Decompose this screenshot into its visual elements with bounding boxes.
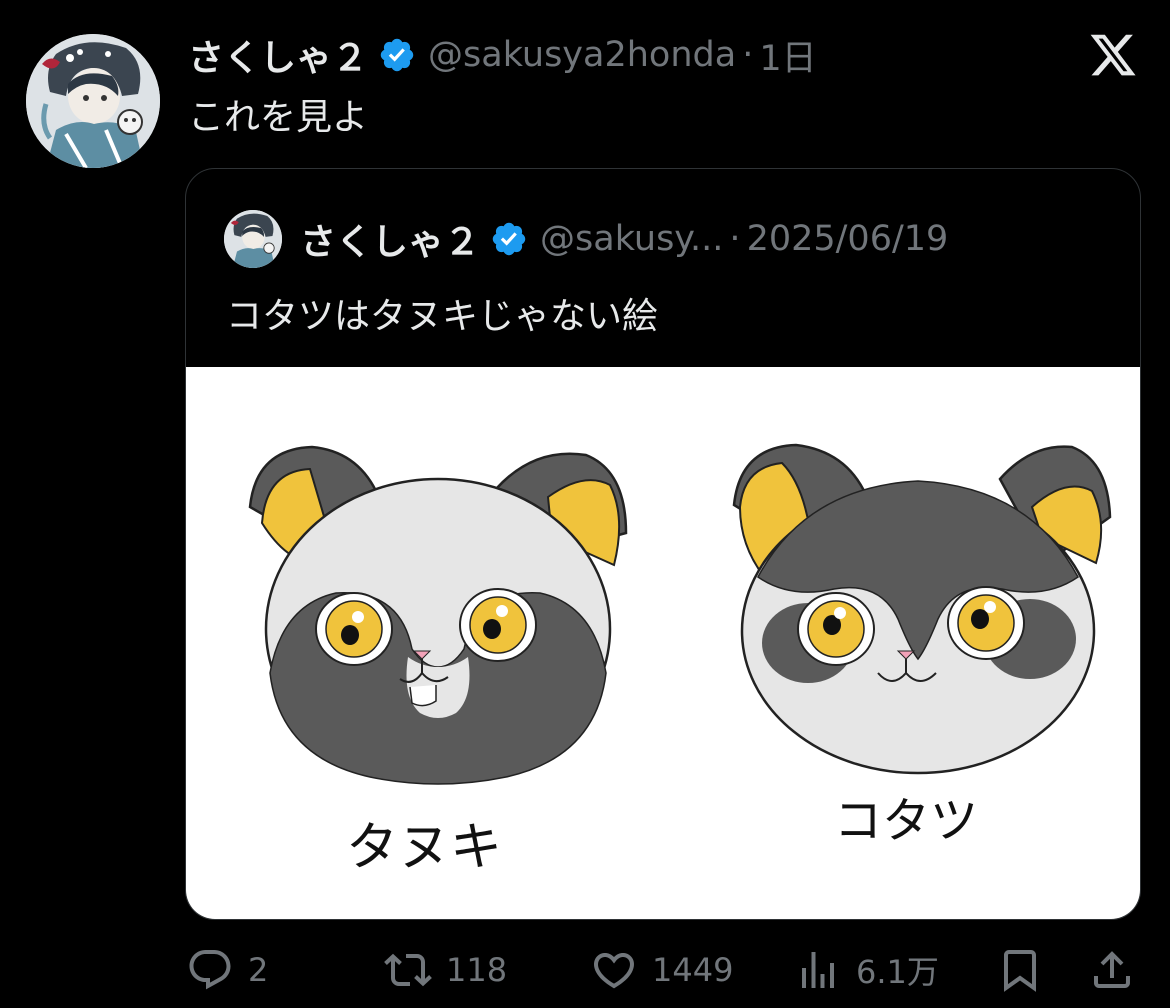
bookmark-button[interactable] [996, 942, 1044, 998]
reply-button[interactable]: 2 [186, 942, 268, 998]
quoted-date: 2025/06/19 [746, 219, 949, 259]
quoted-tweet-header: さくしゃ２ @sakusy... · 2025/06/19 [224, 210, 949, 268]
quoted-tweet-image[interactable]: タヌキ コタツ [186, 367, 1140, 919]
reply-icon [189, 950, 231, 990]
retweet-button[interactable]: 118 [384, 942, 507, 998]
quoted-tweet-text: コタツはタヌキじゃない絵 [226, 296, 659, 337]
quoted-tweet-card[interactable]: さくしゃ２ @sakusy... · 2025/06/19 コタツはタヌキじゃな… [185, 168, 1141, 920]
share-button[interactable] [1088, 942, 1136, 998]
separator-dot: · [729, 219, 741, 259]
quoted-handle: @sakusy... [540, 219, 724, 259]
tweet-text: これを見よ [188, 97, 369, 138]
separator-dot: · [742, 35, 754, 75]
handle[interactable]: @sakusya2honda [428, 35, 736, 75]
verified-badge-icon [378, 36, 416, 74]
x-logo-icon[interactable] [1088, 30, 1138, 80]
like-button[interactable]: 1449 [590, 942, 733, 998]
reply-count: 2 [248, 951, 269, 989]
tanuki-label: タヌキ [346, 818, 502, 878]
tweet: さくしゃ２ @sakusya2honda · 1日 これを見よ さくしゃ２ @s… [0, 0, 1170, 1008]
timestamp[interactable]: 1日 [759, 30, 816, 81]
avatar-illustration [26, 34, 160, 168]
tanuki-kotatsu-illustration: タヌキ コタツ [248, 443, 1112, 878]
views-icon [802, 952, 834, 988]
like-count: 1449 [652, 951, 734, 989]
avatar-illustration [224, 210, 282, 268]
retweet-icon [384, 953, 432, 987]
tanuki-face-drawing [248, 445, 628, 785]
display-name[interactable]: さくしゃ２ [188, 29, 368, 81]
action-bar: 2 118 1449 6.1万 [186, 942, 1142, 998]
tweet-header: さくしゃ２ @sakusya2honda · 1日 [188, 30, 817, 80]
bookmark-icon [1004, 950, 1036, 992]
heart-icon [593, 953, 635, 989]
views-count: 6.1万 [856, 953, 939, 991]
verified-badge-icon [490, 220, 528, 258]
quoted-display-name: さくしゃ２ [300, 222, 481, 263]
kotatsu-label: コタツ [834, 793, 978, 849]
share-icon [1094, 951, 1130, 988]
retweet-count: 118 [446, 951, 508, 989]
views-button[interactable]: 6.1万 [794, 942, 939, 998]
kotatsu-face-drawing [732, 443, 1112, 775]
avatar[interactable] [26, 34, 160, 168]
quoted-avatar [224, 210, 282, 268]
